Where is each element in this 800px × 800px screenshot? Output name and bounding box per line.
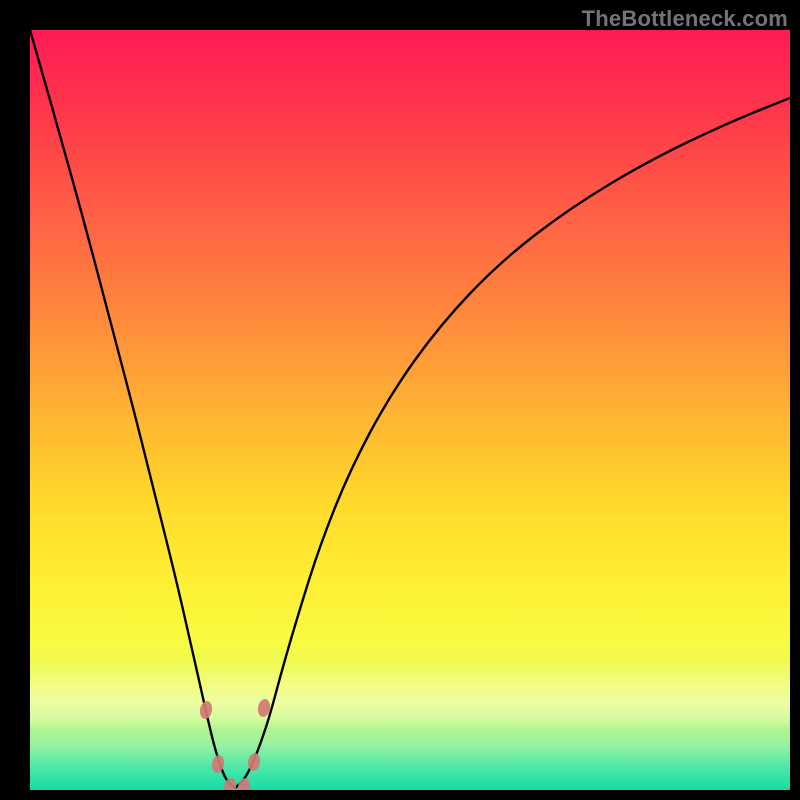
curve-marker	[199, 700, 214, 720]
plot-area	[30, 30, 790, 790]
curve-marker	[237, 777, 252, 790]
curve-marker	[257, 698, 272, 718]
curve-marker	[211, 754, 226, 774]
curve-marker	[247, 752, 262, 772]
watermark-text: TheBottleneck.com	[582, 6, 788, 32]
curve-layer	[30, 30, 790, 790]
curve-right-branch	[235, 98, 790, 788]
curve-markers	[199, 698, 272, 790]
chart-stage: TheBottleneck.com	[0, 0, 800, 800]
curve-marker	[223, 777, 238, 790]
curve-left-branch	[30, 30, 235, 788]
highlight-band	[30, 660, 790, 730]
